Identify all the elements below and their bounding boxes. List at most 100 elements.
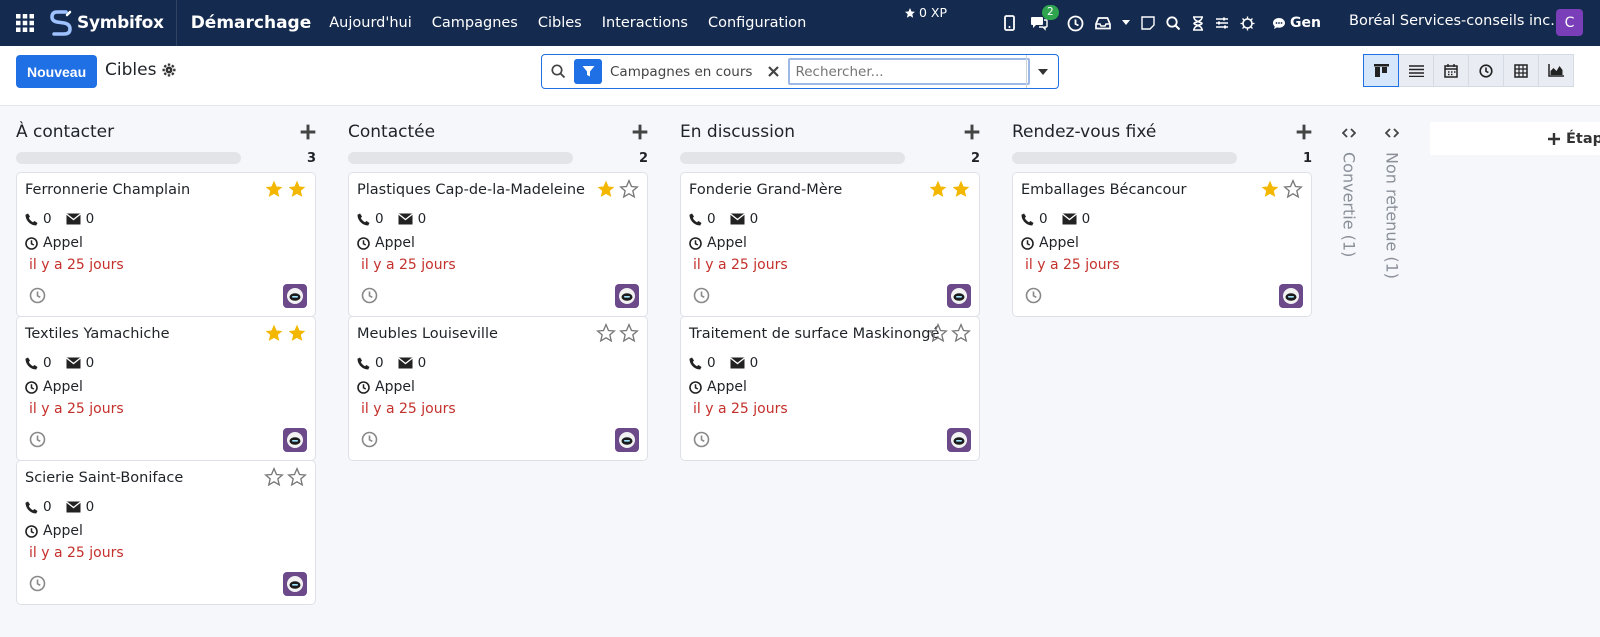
list-view-button[interactable]	[1398, 54, 1434, 87]
app-title[interactable]: Démarchage	[191, 13, 312, 33]
progress-bar[interactable]	[1012, 152, 1237, 164]
add-stage-button[interactable]: Étap	[1430, 122, 1600, 155]
kanban-card[interactable]: Fonderie Grand-Mère 0 0 Appel il y a 25 jour…	[680, 172, 980, 317]
assignee-avatar[interactable]	[615, 428, 639, 452]
priority-star-icon[interactable]	[928, 323, 948, 343]
quick-create-plus-icon[interactable]	[964, 124, 980, 140]
new-button[interactable]: Nouveau	[16, 55, 98, 88]
note-icon[interactable]	[1141, 16, 1155, 30]
search-icon[interactable]	[1166, 15, 1181, 31]
priority-stars	[264, 179, 307, 199]
menu-item-targets[interactable]: Cibles	[538, 15, 582, 31]
chat-icon[interactable]: 2	[1030, 5, 1059, 31]
kanban-view-button[interactable]	[1363, 54, 1399, 87]
activity-deadline: il y a 25 jours	[361, 401, 456, 417]
priority-star-icon[interactable]	[951, 323, 971, 343]
caret-down-icon[interactable]	[1122, 20, 1130, 26]
progress-bar[interactable]	[348, 152, 573, 164]
priority-star-icon[interactable]	[619, 323, 639, 343]
kanban-card[interactable]: Ferronnerie Champlain 0 0 Appel il y a 25 jo…	[16, 172, 316, 317]
sliders-icon[interactable]	[1215, 16, 1229, 30]
schedule-activity-clock-icon[interactable]	[361, 431, 378, 448]
brand[interactable]: Symbifox	[50, 0, 177, 46]
schedule-activity-clock-icon[interactable]	[29, 431, 46, 448]
card-activity: Appel	[689, 379, 747, 395]
priority-star-icon[interactable]	[287, 323, 307, 343]
progress-bar[interactable]	[16, 152, 241, 164]
xp-counter[interactable]: 0 XP	[904, 5, 947, 20]
kanban-card[interactable]: Traitement de surface Maskinongé 0 0 Appel i…	[680, 316, 980, 461]
priority-star-icon[interactable]	[1260, 179, 1280, 199]
kanban-card[interactable]: Plastiques Cap-de-la-Madeleine 0 0 Appel il …	[348, 172, 648, 317]
column-title[interactable]: En discussion	[680, 122, 795, 142]
assignee-avatar[interactable]	[947, 428, 971, 452]
priority-star-icon[interactable]	[1283, 179, 1303, 199]
phone-icon	[1021, 213, 1034, 225]
apps-menu-icon[interactable]	[0, 0, 50, 46]
priority-star-icon[interactable]	[264, 323, 284, 343]
mobile-icon[interactable]	[1004, 15, 1015, 31]
column-title[interactable]: Rendez-vous fixé	[1012, 122, 1156, 142]
envelope-icon	[1061, 213, 1077, 225]
bug-icon[interactable]	[1240, 16, 1255, 31]
kanban-card[interactable]: Emballages Bécancour 0 0 Appel il y a 25 jou…	[1012, 172, 1312, 317]
schedule-activity-clock-icon[interactable]	[29, 575, 46, 592]
activity-deadline: il y a 25 jours	[29, 545, 124, 561]
call-count: 0	[707, 355, 716, 371]
expand-column-icon[interactable]	[1342, 128, 1356, 138]
quick-create-plus-icon[interactable]	[1296, 124, 1312, 140]
schedule-activity-clock-icon[interactable]	[1025, 287, 1042, 304]
hourglass-icon[interactable]	[1192, 15, 1204, 31]
kanban-card[interactable]: Meubles Louiseville 0 0 Appel il y a 25 jour…	[348, 316, 648, 461]
search-input[interactable]	[788, 58, 1031, 85]
menu-item-interactions[interactable]: Interactions	[602, 15, 688, 31]
assignee-avatar[interactable]	[283, 572, 307, 596]
progress-bar[interactable]	[680, 152, 905, 164]
company-switcher[interactable]: Boréal Services-conseils inc.	[1349, 13, 1555, 29]
priority-star-icon[interactable]	[264, 467, 284, 487]
kanban-card[interactable]: Textiles Yamachiche 0 0 Appel il y a 25 jour…	[16, 316, 316, 461]
graph-view-button[interactable]	[1538, 54, 1574, 87]
column-title[interactable]: À contacter	[16, 122, 114, 142]
priority-star-icon[interactable]	[596, 323, 616, 343]
menu-item-campaigns[interactable]: Campagnes	[432, 15, 518, 31]
gen-assistant-button[interactable]: Gen	[1272, 15, 1321, 31]
assignee-avatar[interactable]	[283, 428, 307, 452]
priority-star-icon[interactable]	[264, 179, 284, 199]
assignee-avatar[interactable]	[615, 284, 639, 308]
clock-icon[interactable]	[1067, 15, 1084, 32]
user-avatar[interactable]: C	[1556, 9, 1583, 36]
menu-item-configuration[interactable]: Configuration	[708, 15, 806, 31]
quick-create-plus-icon[interactable]	[632, 124, 648, 140]
folded-column-not-retained[interactable]: Non retenue (1)	[1377, 128, 1407, 279]
assignee-avatar[interactable]	[1279, 284, 1303, 308]
page-title: Cibles	[105, 60, 157, 80]
menu-item-today[interactable]: Aujourd'hui	[329, 15, 412, 31]
gear-icon[interactable]	[162, 63, 176, 77]
priority-star-icon[interactable]	[287, 179, 307, 199]
remove-facet-icon[interactable]	[764, 66, 782, 77]
kanban-card[interactable]: Scierie Saint-Boniface 0 0 Appel il y a 25 j…	[16, 460, 316, 605]
priority-star-icon[interactable]	[928, 179, 948, 199]
priority-star-icon[interactable]	[596, 179, 616, 199]
schedule-activity-clock-icon[interactable]	[361, 287, 378, 304]
assignee-avatar[interactable]	[947, 284, 971, 308]
pivot-view-button[interactable]	[1503, 54, 1539, 87]
priority-star-icon[interactable]	[951, 179, 971, 199]
quick-create-plus-icon[interactable]	[300, 124, 316, 140]
calendar-view-button[interactable]	[1433, 54, 1469, 87]
expand-column-icon[interactable]	[1385, 128, 1399, 138]
clock-icon	[689, 236, 702, 250]
activity-deadline: il y a 25 jours	[361, 257, 456, 273]
priority-star-icon[interactable]	[287, 467, 307, 487]
assignee-avatar[interactable]	[283, 284, 307, 308]
schedule-activity-clock-icon[interactable]	[693, 287, 710, 304]
schedule-activity-clock-icon[interactable]	[693, 431, 710, 448]
priority-star-icon[interactable]	[619, 179, 639, 199]
activity-view-button[interactable]	[1468, 54, 1504, 87]
folded-column-converted[interactable]: Convertie (1)	[1334, 128, 1364, 257]
inbox-icon[interactable]	[1095, 16, 1111, 30]
schedule-activity-clock-icon[interactable]	[29, 287, 46, 304]
column-title[interactable]: Contactée	[348, 122, 435, 142]
search-options-toggle[interactable]	[1026, 55, 1058, 88]
